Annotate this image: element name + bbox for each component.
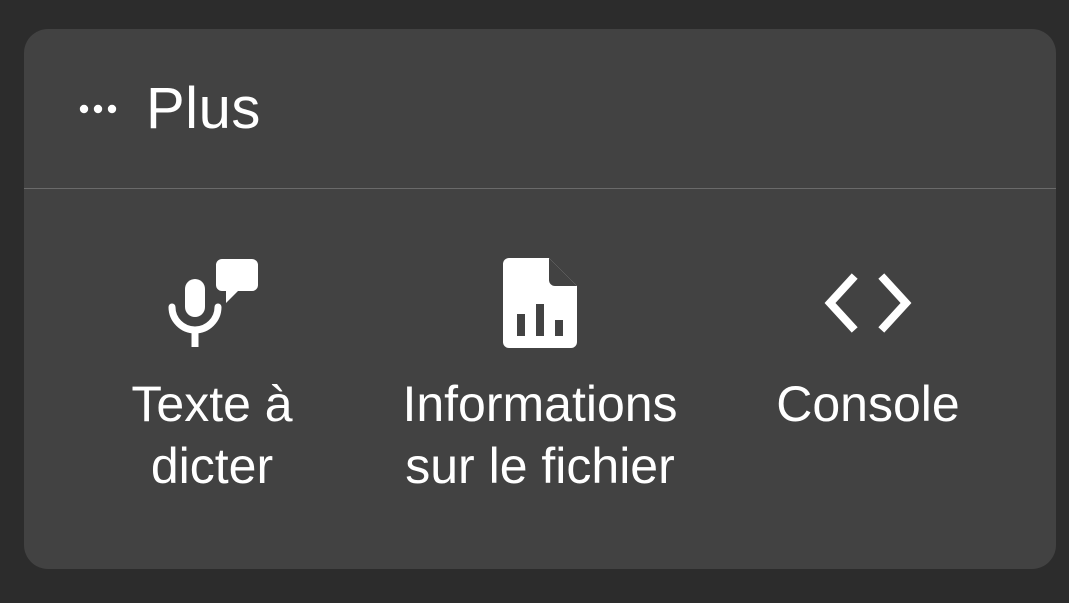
code-brackets-icon — [822, 255, 914, 351]
menu-title: Plus — [146, 75, 261, 141]
more-menu-panel: Plus Texte à dicter Informations sur le … — [24, 29, 1056, 569]
console-button[interactable]: Console — [708, 255, 1028, 435]
more-menu-actions: Texte à dicter Informations sur le fichi… — [24, 189, 1056, 568]
dictate-text-button[interactable]: Texte à dicter — [52, 255, 372, 497]
file-chart-icon — [503, 255, 577, 351]
more-horizontal-icon — [78, 103, 122, 115]
more-menu-header: Plus — [24, 29, 1056, 189]
file-info-button[interactable]: Informations sur le fichier — [380, 255, 700, 497]
console-label: Console — [776, 376, 960, 432]
dictate-text-label: Texte à dicter — [131, 376, 293, 494]
mic-speech-icon — [164, 255, 260, 351]
file-info-label: Informations sur le fichier — [402, 376, 678, 494]
